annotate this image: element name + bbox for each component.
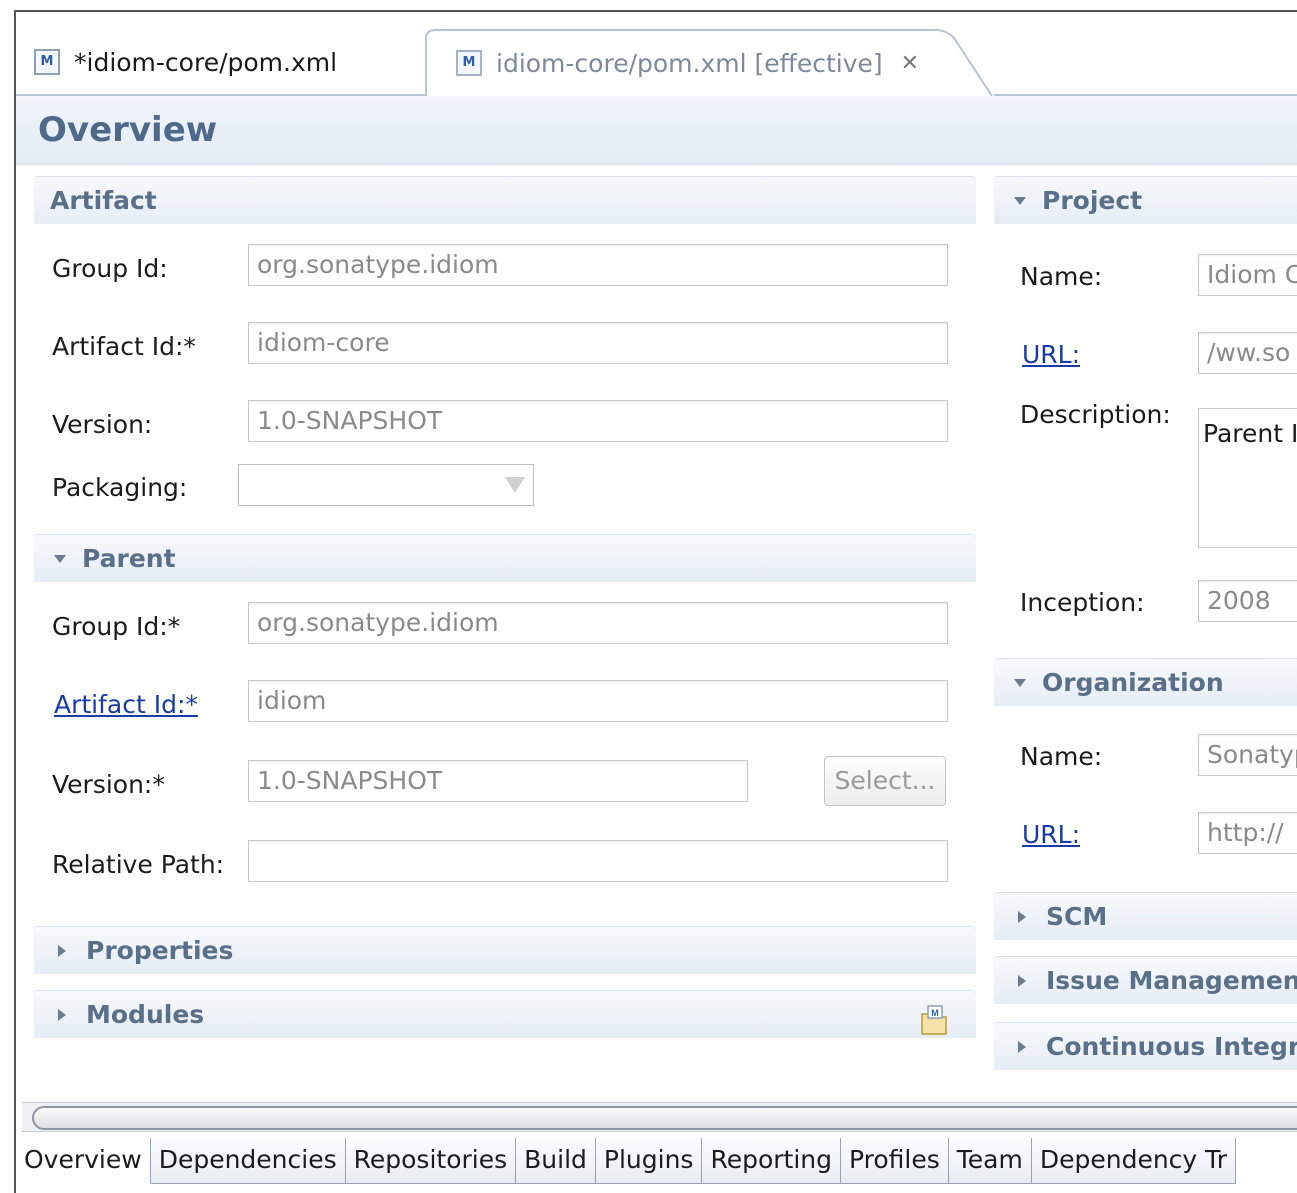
tab-team[interactable]: Team — [948, 1138, 1032, 1184]
section-title: Properties — [86, 936, 234, 965]
scrollbar-thumb[interactable] — [32, 1106, 1297, 1130]
section-artifact-header: Artifact — [34, 176, 976, 224]
section-title: Modules — [86, 1000, 205, 1029]
section-title: Artifact — [50, 186, 157, 215]
page-title: Overview — [38, 110, 218, 150]
collapsed-triangle-icon — [1018, 1040, 1026, 1053]
tab-pom-xml[interactable]: M *idiom-core/pom.xml — [16, 30, 426, 96]
relative-path-label: Relative Path: — [52, 850, 225, 879]
collapsed-triangle-icon — [58, 944, 66, 957]
tab-label: *idiom-core/pom.xml — [74, 47, 338, 77]
group-id-label: Group Id: — [52, 254, 168, 283]
version-field[interactable]: 1.0-SNAPSHOT — [248, 400, 948, 442]
packaging-label: Packaging: — [52, 473, 188, 502]
collapsed-triangle-icon — [1018, 974, 1026, 987]
select-button[interactable]: Select... — [824, 756, 946, 806]
section-scm-header[interactable]: SCM — [994, 892, 1297, 940]
artifact-id-field[interactable]: idiom-core — [248, 322, 948, 364]
svg-text:M: M — [931, 1008, 939, 1018]
relative-path-field[interactable] — [248, 840, 948, 882]
parent-group-id-field[interactable]: org.sonatype.idiom — [248, 602, 948, 644]
section-title: Parent — [82, 544, 176, 573]
group-id-field[interactable]: org.sonatype.idiom — [248, 244, 948, 286]
artifact-id-label: Artifact Id:* — [52, 332, 196, 361]
section-parent-header[interactable]: Parent — [34, 534, 976, 582]
parent-artifact-id-field[interactable]: idiom — [248, 680, 948, 722]
parent-version-label: Version:* — [52, 770, 165, 799]
org-name-label: Name: — [1020, 742, 1103, 771]
tab-dependencies[interactable]: Dependencies — [150, 1138, 346, 1184]
section-properties-header[interactable]: Properties — [34, 926, 976, 974]
packaging-combo[interactable] — [238, 464, 534, 506]
section-title: Organization — [1042, 668, 1224, 697]
section-title: Project — [1042, 186, 1143, 215]
horizontal-scrollbar[interactable] — [22, 1102, 1297, 1132]
version-label: Version: — [52, 410, 153, 439]
maven-pom-icon: M — [34, 49, 60, 75]
expanded-triangle-icon — [1014, 678, 1026, 687]
expanded-triangle-icon — [54, 554, 66, 563]
inception-field[interactable]: 2008 — [1198, 580, 1297, 622]
tab-overview[interactable]: Overview — [16, 1138, 151, 1184]
description-label: Description: — [1020, 400, 1171, 429]
maven-pom-icon: M — [456, 50, 482, 76]
section-title: SCM — [1046, 902, 1108, 931]
section-ci-header[interactable]: Continuous Integra — [994, 1022, 1297, 1070]
collapsed-triangle-icon — [1018, 910, 1026, 923]
org-url-link[interactable]: URL: — [1022, 820, 1080, 849]
tab-label: idiom-core/pom.xml [effective] — [496, 48, 883, 78]
tab-effective-pom[interactable]: M idiom-core/pom.xml [effective] ✕ — [426, 30, 976, 96]
section-title: Continuous Integra — [1046, 1032, 1297, 1061]
section-title: Issue Management — [1046, 966, 1297, 995]
org-url-field[interactable]: http:// — [1198, 812, 1297, 854]
create-module-icon[interactable]: M — [918, 1004, 952, 1038]
description-textarea[interactable]: Parent I — [1198, 408, 1297, 548]
tab-profiles[interactable]: Profiles — [841, 1138, 949, 1184]
project-url-link[interactable]: URL: — [1022, 340, 1080, 369]
section-project-header[interactable]: Project — [994, 176, 1297, 224]
page-tabs: Overview Dependencies Repositories Build… — [16, 1138, 1237, 1184]
project-url-field[interactable]: /ww.so — [1198, 332, 1297, 374]
editor-tab-bar: M *idiom-core/pom.xml M idiom-core/pom.x… — [16, 12, 1297, 97]
tab-repositories[interactable]: Repositories — [345, 1138, 517, 1184]
tab-build[interactable]: Build — [516, 1138, 596, 1184]
collapsed-triangle-icon — [58, 1008, 66, 1021]
inception-label: Inception: — [1020, 588, 1145, 617]
parent-artifact-id-link[interactable]: Artifact Id:* — [54, 690, 198, 719]
close-icon[interactable]: ✕ — [901, 51, 919, 76]
tab-reporting[interactable]: Reporting — [702, 1138, 841, 1184]
tab-dependency-tree[interactable]: Dependency Tr — [1031, 1138, 1237, 1184]
parent-version-field[interactable]: 1.0-SNAPSHOT — [248, 760, 748, 802]
tab-plugins[interactable]: Plugins — [595, 1138, 703, 1184]
section-organization-header[interactable]: Organization — [994, 658, 1297, 706]
dropdown-arrow-icon — [505, 477, 525, 493]
project-name-label: Name: — [1020, 262, 1103, 291]
page-header: Overview — [16, 96, 1297, 165]
section-modules-header[interactable]: Modules — [34, 990, 976, 1038]
expanded-triangle-icon — [1014, 196, 1026, 205]
project-name-field[interactable]: Idiom C — [1198, 254, 1297, 296]
pom-editor: M *idiom-core/pom.xml M idiom-core/pom.x… — [14, 10, 1297, 1193]
section-issue-management-header[interactable]: Issue Management — [994, 956, 1297, 1004]
parent-group-id-label: Group Id:* — [52, 612, 181, 641]
org-name-field[interactable]: Sonatyp — [1198, 734, 1297, 776]
